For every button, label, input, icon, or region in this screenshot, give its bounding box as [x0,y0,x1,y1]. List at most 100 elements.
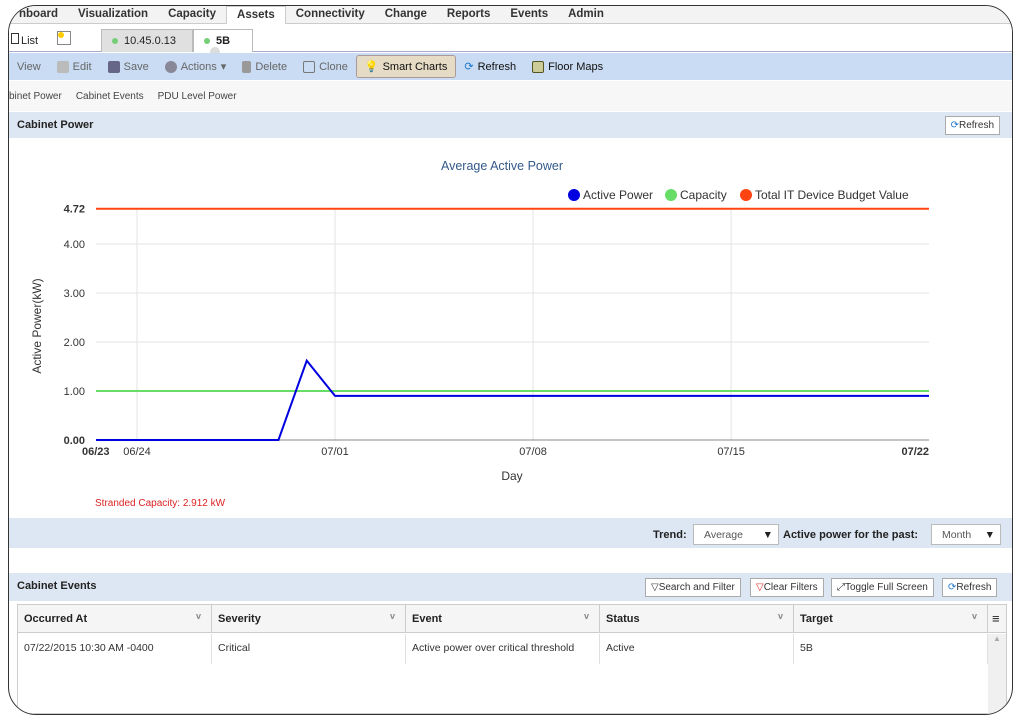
events-refresh-button[interactable]: ⟳Refresh [942,578,998,597]
floor-map-icon [532,60,545,73]
chevron-down-icon: ▾ [220,61,227,73]
chevron-down-icon: ▼ [984,529,995,541]
legend-label: Total IT Device Budget Value [755,188,909,202]
delete-button[interactable]: Delete [234,57,295,77]
gear-icon [164,60,177,73]
chart-area: Average Active Power 06/23 06/24 07/01 07/08… [9,138,1012,518]
new-item-icon[interactable] [57,31,71,45]
series-line-active-power [96,358,929,441]
active-power-chart: Average Active Power 06/23 06/24 07/01 07/08… [30,159,929,483]
tab-5b[interactable]: 5B [193,29,253,57]
panel-title: Cabinet Events [17,580,97,592]
toggle-full-screen-button[interactable]: ⤢Toggle Full Screen [831,578,934,597]
column-header-event[interactable]: Event v [406,605,600,633]
toolbar: View Edit Save Actions ▾ Delete Clone 💡 Sm… [9,53,1012,80]
column-header-occurred-at[interactable]: Occurred At v [18,605,212,633]
x-tick-label: 07/15 [717,446,745,458]
view-button[interactable]: View [9,57,49,77]
cell-event: Active power over critical threshold [406,634,600,664]
x-axis-label: Day [501,469,522,483]
scrollbar[interactable]: ▲ [988,634,1006,714]
chevron-down-icon[interactable]: v [972,611,977,621]
nav-cabinet-events[interactable]: Cabinet Events [76,91,144,111]
column-header-target[interactable]: Target v [794,605,988,633]
trend-select[interactable]: Average ▼ [693,524,779,545]
trend-label: Trend: [653,529,687,541]
nav-cabinet-power[interactable]: binet Power [9,91,62,111]
chevron-down-icon[interactable]: v [778,611,783,621]
y-tick-label: 4.72 [64,204,85,216]
past-label: Active power for the past: [783,529,919,541]
edit-button[interactable]: Edit [49,57,100,77]
list-button[interactable]: List [11,33,38,47]
chevron-down-icon: ▼ [762,529,773,541]
column-header-severity[interactable]: Severity v [212,605,406,633]
refresh-button[interactable]: ⟳ Refresh [456,56,524,77]
filter-icon: ▽ [651,582,659,593]
cabinet-power-refresh-button[interactable]: ⟳Refresh [944,116,1000,135]
legend-marker [568,189,580,201]
legend-label: Active Power [583,188,653,202]
status-dot [112,38,118,44]
chevron-down-icon[interactable]: v [584,611,589,621]
menu-capacity[interactable]: Capacity [158,6,226,24]
legend-label: Capacity [680,188,727,202]
x-tick-label: 07/01 [321,446,349,458]
save-button[interactable]: Save [100,57,157,77]
menu-connectivity[interactable]: Connectivity [286,6,375,24]
events-grid: Occurred At v Severity v Event v Status v Ta… [17,604,1007,714]
y-tick-label: 3.00 [64,288,85,300]
legend-marker [665,189,677,201]
tab-10-45-0-13[interactable]: 10.45.0.13 [101,29,193,52]
column-header-status[interactable]: Status v [600,605,794,633]
clone-button[interactable]: Clone [295,57,356,77]
cell-status: Active [600,634,794,664]
chevron-down-icon[interactable]: v [390,611,395,621]
cell-target: 5B [794,634,988,664]
x-tick-label: 06/23 [82,446,110,458]
menu-assets[interactable]: Assets [226,6,286,24]
section-nav: binet Power Cabinet Events PDU Level Pow… [9,81,1012,111]
menu-change[interactable]: Change [375,6,437,24]
chevron-down-icon[interactable]: v [196,611,201,621]
y-tick-label: 2.00 [64,337,85,349]
y-axis-label: Active Power(kW) [30,278,44,373]
clear-filter-icon: ▽ [756,582,764,593]
y-tick-label: 4.00 [64,239,85,251]
clone-icon [303,60,316,73]
search-and-filter-button[interactable]: ▽Search and Filter [645,578,741,597]
clear-filters-button[interactable]: ▽Clear Filters [750,578,824,597]
stranded-capacity: Stranded Capacity: 2.912 kW [95,498,226,509]
legend-marker [740,189,752,201]
lightbulb-icon: 💡 [364,61,379,73]
y-tick-label: 1.00 [64,386,85,398]
past-period-select[interactable]: Month ▼ [931,524,1001,545]
actions-button[interactable]: Actions ▾ [157,56,235,77]
status-dot [204,38,210,44]
refresh-icon: ⟳ [950,120,959,131]
menu-reports[interactable]: Reports [437,6,500,24]
refresh-icon: ⟳ [464,61,474,73]
cell-occurred-at: 07/22/2015 10:30 AM -0400 [18,634,212,664]
trend-bar: Trend: Average ▼ Active power for the pas… [9,518,1012,548]
x-tick-label: 07/22 [901,446,929,458]
menu-dashboard[interactable]: hboard [9,6,68,24]
nav-pdu-level-power[interactable]: PDU Level Power [158,91,237,111]
fullscreen-icon: ⤢ [837,582,845,593]
column-menu-icon[interactable]: ≡ [988,605,1007,633]
main-menu: hboard Visualization Capacity Assets Con… [9,6,1012,24]
x-tick-label: 06/24 [123,446,151,458]
smart-charts-button[interactable]: 💡 Smart Charts [355,55,457,78]
cabinet-events-header: Cabinet Events ▽Search and Filter ▽Clear… [9,573,1012,601]
app-window: hboard Visualization Capacity Assets Con… [8,5,1013,715]
menu-events[interactable]: Events [500,6,558,24]
panel-title: Cabinet Power [17,119,94,131]
trash-icon [242,60,252,73]
x-tick-label: 07/08 [519,446,547,458]
menu-visualization[interactable]: Visualization [68,6,158,24]
cell-severity: Critical [212,634,406,664]
menu-admin[interactable]: Admin [558,6,614,24]
y-tick-label: 0.00 [64,435,85,447]
edit-icon [56,60,69,73]
floor-maps-button[interactable]: Floor Maps [524,57,611,77]
